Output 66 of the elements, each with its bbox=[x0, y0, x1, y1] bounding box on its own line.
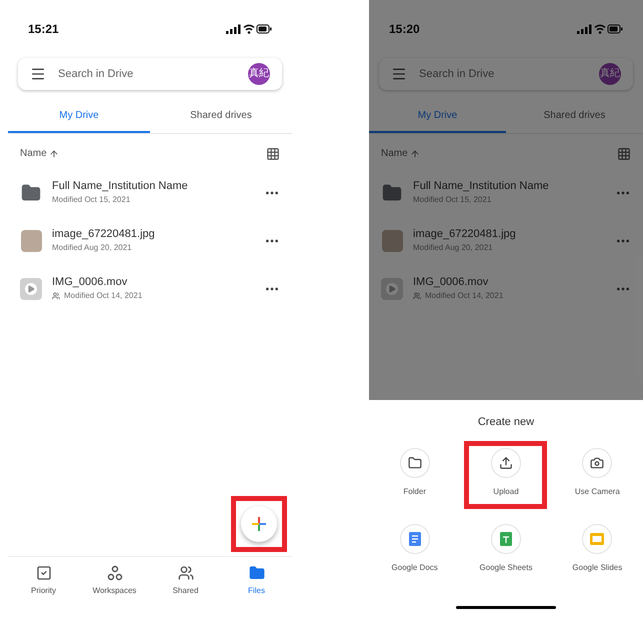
file-row[interactable]: IMG_0006.mov Modified Oct 14, 2021 bbox=[8, 265, 292, 313]
camera-icon bbox=[590, 456, 604, 470]
plus-icon bbox=[251, 516, 267, 532]
nav-tab[interactable]: Workspaces bbox=[79, 565, 150, 597]
file-row[interactable]: IMG_0006.mov Modified Oct 14, 2021 bbox=[369, 265, 643, 313]
search-placeholder: Search in Drive bbox=[419, 66, 496, 82]
tab[interactable]: My Drive bbox=[8, 98, 150, 133]
photo-placeholder bbox=[382, 230, 402, 252]
upload-icon bbox=[498, 456, 513, 470]
status-icons bbox=[577, 24, 623, 34]
create-option[interactable]: Use Camera bbox=[556, 440, 639, 508]
docs-icon bbox=[408, 532, 421, 546]
create-option[interactable]: Upload bbox=[464, 440, 548, 508]
video-thumbnail bbox=[20, 278, 42, 300]
grid-view-icon[interactable] bbox=[266, 146, 280, 160]
grid-view-icon[interactable] bbox=[617, 146, 631, 160]
workspaces-icon bbox=[106, 565, 122, 581]
file-row[interactable]: Full Name_Institution Name Modified Oct 15, 2021 bbox=[8, 169, 292, 217]
modified-date: Modified Oct 14, 2021 bbox=[425, 290, 504, 302]
folder-icon bbox=[21, 183, 41, 203]
avatar[interactable]: 真紀 bbox=[248, 63, 270, 85]
status-time: 15:21 bbox=[28, 21, 59, 38]
create-option[interactable]: Google Docs bbox=[373, 516, 456, 584]
status-time: 15:20 bbox=[389, 21, 420, 38]
menu-icon[interactable] bbox=[30, 66, 46, 82]
create-option[interactable]: Google Sheets bbox=[464, 516, 548, 584]
nav-tab[interactable]: Shared bbox=[150, 565, 221, 597]
tab[interactable]: Shared drives bbox=[506, 98, 643, 133]
modified-date: Modified Oct 14, 2021 bbox=[64, 290, 142, 302]
new-button[interactable] bbox=[241, 506, 277, 542]
file-name: image_67220481.jpg bbox=[52, 228, 156, 242]
sort-button[interactable]: Name bbox=[381, 146, 420, 161]
people-icon bbox=[178, 565, 194, 581]
file-name: IMG_0006.mov bbox=[413, 276, 490, 290]
arrow-up-icon bbox=[410, 148, 420, 158]
status-icons bbox=[226, 24, 272, 34]
modified-date: Modified Oct 15, 2021 bbox=[52, 194, 130, 206]
nav-tab[interactable]: Priority bbox=[8, 565, 79, 597]
modified-date: Modified Aug 20, 2021 bbox=[413, 242, 493, 254]
file-row[interactable]: image_67220481.jpg Modified Aug 20, 2021 bbox=[369, 217, 643, 265]
sheet-title: Create new bbox=[478, 415, 534, 430]
arrow-up-icon bbox=[48, 148, 59, 158]
file-name: IMG_0006.mov bbox=[52, 276, 128, 290]
video-thumbnail bbox=[381, 278, 403, 300]
folder-icon bbox=[408, 456, 422, 470]
checkbox-icon bbox=[36, 565, 52, 581]
menu-icon[interactable] bbox=[391, 66, 407, 82]
file-row[interactable]: image_67220481.jpg Modified Aug 20, 2021 bbox=[8, 217, 292, 265]
folder-icon bbox=[382, 183, 402, 203]
search-placeholder: Search in Drive bbox=[58, 66, 134, 82]
modified-date: Modified Aug 20, 2021 bbox=[52, 242, 132, 254]
file-name: Full Name_Institution Name bbox=[413, 180, 550, 194]
search-field[interactable]: Search in Drive 真紀 bbox=[18, 58, 282, 90]
create-option[interactable]: Folder bbox=[373, 440, 456, 508]
folder-icon bbox=[248, 565, 264, 581]
file-name: Full Name_Institution Name bbox=[52, 180, 189, 194]
tab[interactable]: Shared drives bbox=[150, 98, 292, 133]
photo-placeholder bbox=[20, 230, 42, 252]
file-name: image_67220481.jpg bbox=[413, 228, 517, 242]
modified-date: Modified Oct 15, 2021 bbox=[413, 194, 492, 206]
nav-tab[interactable]: Files bbox=[221, 565, 292, 597]
create-option[interactable]: Google Slides bbox=[556, 516, 639, 584]
sheets-icon bbox=[500, 532, 512, 546]
slides-icon bbox=[590, 532, 604, 544]
file-row[interactable]: Full Name_Institution Name Modified Oct 15, 2021 bbox=[369, 169, 643, 217]
sort-button[interactable]: Name bbox=[20, 146, 59, 161]
